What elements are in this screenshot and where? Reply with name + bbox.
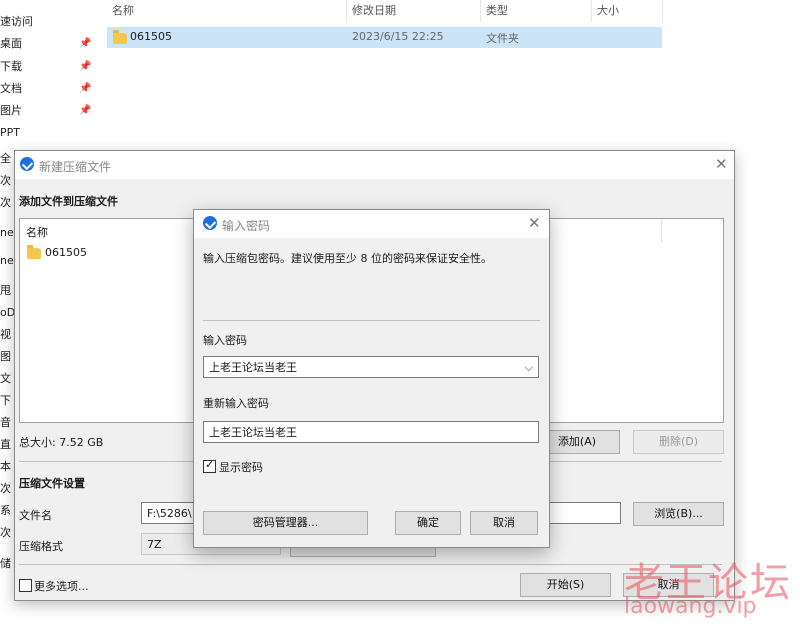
password-dialog-titlebar[interactable]: 输入密码 ✕ bbox=[194, 210, 549, 238]
nav-fragment: 文 bbox=[0, 372, 11, 385]
delete-button[interactable]: 删除(D) bbox=[633, 430, 724, 454]
nav-label: 下载 bbox=[0, 60, 22, 73]
total-size-label: 总大小: 7.52 GB bbox=[19, 436, 104, 449]
nav-item-documents[interactable]: 文档 bbox=[0, 78, 22, 100]
nav-item-downloads[interactable]: 下载 bbox=[0, 56, 22, 78]
archive-dialog-title: 新建压缩文件 bbox=[39, 160, 112, 174]
list-column-divider[interactable] bbox=[661, 219, 662, 243]
file-name: 061505 bbox=[130, 30, 172, 43]
nav-fragment: oD bbox=[0, 306, 16, 319]
column-divider[interactable] bbox=[591, 0, 592, 22]
start-button[interactable]: 开始(S) bbox=[520, 573, 611, 597]
more-options-label[interactable]: 更多选项... bbox=[34, 578, 89, 594]
ok-button[interactable]: 确定 bbox=[395, 511, 461, 535]
file-date: 2023/6/15 22:25 bbox=[352, 30, 444, 43]
file-row[interactable]: 061505 2023/6/15 22:25 文件夹 bbox=[107, 27, 662, 48]
nav-fragment: 储 bbox=[0, 557, 11, 570]
column-divider[interactable] bbox=[346, 0, 347, 22]
password-dialog-title: 输入密码 bbox=[222, 219, 271, 233]
nav-item-pictures[interactable]: 图片 bbox=[0, 100, 22, 122]
check-icon: ✓ bbox=[205, 458, 215, 471]
pin-icon: 📌 bbox=[79, 38, 92, 49]
column-divider[interactable] bbox=[662, 0, 663, 22]
nav-fragment: 直 bbox=[0, 438, 11, 451]
password-manager-button[interactable]: 密码管理器... bbox=[203, 511, 368, 535]
nav-fragment: ne bbox=[0, 254, 14, 267]
add-files-heading: 添加文件到压缩文件 bbox=[19, 195, 118, 208]
password-dialog: 输入密码 ✕ 输入压缩包密码。建议使用至少 8 位的密码来保证安全性。 输入密码… bbox=[193, 209, 550, 548]
nav-fragment: 视 bbox=[0, 328, 11, 341]
column-header-type[interactable]: 类型 bbox=[486, 2, 508, 18]
nav-fragment: 本 bbox=[0, 460, 11, 473]
repeat-password-label: 重新输入密码 bbox=[203, 397, 269, 410]
column-header-name[interactable]: 名称 bbox=[112, 2, 134, 18]
password-cancel-button[interactable]: 取消 bbox=[470, 511, 538, 535]
pin-icon: 📌 bbox=[79, 61, 92, 72]
nav-fragment: 次 bbox=[0, 526, 11, 539]
password-instruction: 输入压缩包密码。建议使用至少 8 位的密码来保证安全性。 bbox=[203, 252, 492, 265]
nav-label: 桌面 bbox=[0, 37, 22, 50]
column-header-date[interactable]: 修改日期 bbox=[352, 2, 396, 18]
password-input[interactable]: 上老王论坛当老王 ⌵ bbox=[203, 356, 539, 378]
close-icon[interactable]: ✕ bbox=[528, 214, 541, 232]
nav-item-desktop[interactable]: 桌面 bbox=[0, 33, 22, 55]
nav-fragment: 次 bbox=[0, 174, 11, 187]
show-password-checkbox[interactable]: ✓ bbox=[203, 458, 216, 473]
app-logo-icon bbox=[20, 157, 34, 171]
archive-settings-heading: 压缩文件设置 bbox=[19, 477, 85, 490]
repeat-password-input[interactable]: 上老王论坛当老王 bbox=[203, 421, 539, 443]
show-password-label[interactable]: 显示密码 bbox=[219, 459, 263, 475]
pin-icon: 📌 bbox=[79, 83, 92, 94]
nav-fragment: 甩 bbox=[0, 284, 11, 297]
nav-label: 图片 bbox=[0, 104, 22, 117]
more-options-checkbox[interactable] bbox=[19, 579, 32, 592]
nav-fragment: 次 bbox=[0, 482, 11, 495]
close-icon[interactable]: ✕ bbox=[715, 155, 728, 173]
nav-fragment: 下 bbox=[0, 394, 11, 407]
chevron-down-icon[interactable]: ⌵ bbox=[525, 357, 533, 377]
nav-item-ppt[interactable]: PPT bbox=[0, 122, 20, 144]
nav-fragment: 全 bbox=[0, 152, 11, 165]
archive-dialog-titlebar[interactable]: 新建压缩文件 ✕ bbox=[15, 151, 734, 179]
filename-label: 文件名 bbox=[19, 509, 52, 522]
nav-item-quick-access[interactable]: 速访问 bbox=[0, 11, 33, 33]
watermark-url: laowang.vip bbox=[624, 594, 757, 619]
file-type: 文件夹 bbox=[486, 32, 519, 45]
nav-label: PPT bbox=[0, 126, 20, 139]
list-item[interactable]: 061505 bbox=[25, 244, 145, 262]
nav-fragment: 音 bbox=[0, 416, 11, 429]
nav-fragment: 次 bbox=[0, 196, 11, 209]
column-divider[interactable] bbox=[480, 0, 481, 22]
list-header-name[interactable]: 名称 bbox=[26, 224, 48, 240]
nav-fragment: 图 bbox=[0, 350, 11, 363]
column-header-size[interactable]: 大小 bbox=[597, 2, 619, 18]
password-label: 输入密码 bbox=[203, 334, 247, 347]
folder-icon bbox=[113, 30, 127, 44]
folder-icon bbox=[27, 245, 41, 259]
pin-icon: 📌 bbox=[79, 105, 92, 116]
divider bbox=[203, 320, 540, 321]
divider bbox=[19, 564, 722, 565]
password-value: 上老王论坛当老王 bbox=[209, 361, 297, 374]
app-logo-icon bbox=[203, 216, 217, 230]
nav-fragment: ne bbox=[0, 226, 14, 239]
nav-fragment: 系 bbox=[0, 504, 11, 517]
list-item-name: 061505 bbox=[45, 246, 87, 259]
browse-button[interactable]: 浏览(B)... bbox=[633, 502, 724, 526]
nav-label: 文档 bbox=[0, 82, 22, 95]
format-label: 压缩格式 bbox=[19, 540, 63, 553]
nav-label: 速访问 bbox=[0, 15, 33, 28]
